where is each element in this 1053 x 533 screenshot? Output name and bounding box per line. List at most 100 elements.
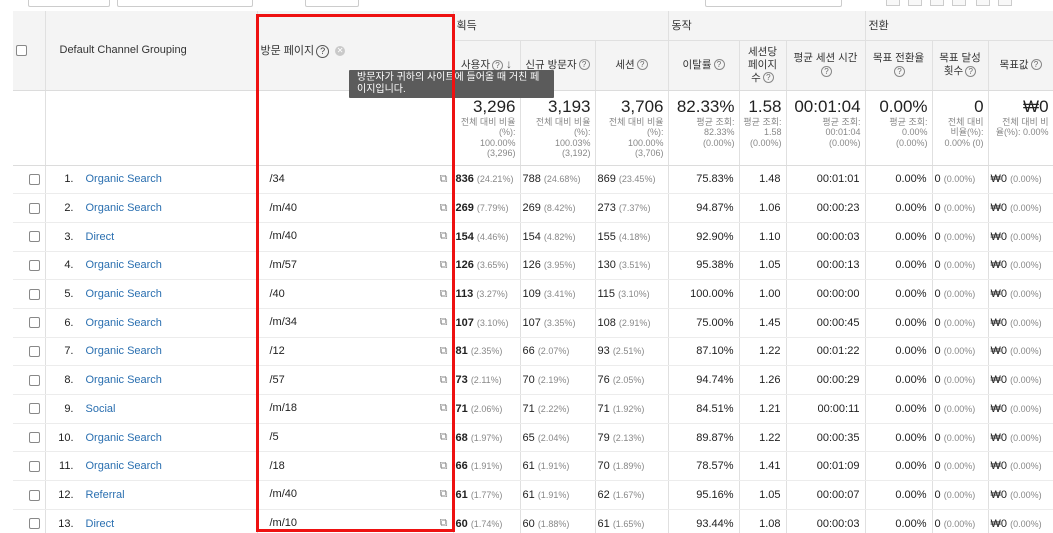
table-row[interactable]: 3. Direct/m/40 ⧉ 154 (4.46%) 154 (4.82%) 155 …	[13, 222, 1053, 252]
row-checkbox[interactable]	[28, 460, 40, 472]
help-icon[interactable]: ?	[965, 65, 977, 77]
row-checkbox[interactable]	[28, 231, 40, 243]
channel-link[interactable]: Organic Search	[86, 202, 162, 214]
view-icon[interactable]	[908, 0, 922, 6]
open-page-icon[interactable]: ⧉	[440, 202, 448, 215]
page-path[interactable]: /12	[260, 345, 285, 357]
open-page-icon[interactable]: ⧉	[440, 316, 448, 329]
row-checkbox[interactable]	[28, 288, 40, 300]
table-row[interactable]: 6. Organic Search/m/34 ⧉ 107 (3.10%) 107 (3.…	[13, 308, 1053, 338]
page-path[interactable]: /m/40	[260, 202, 298, 214]
table-row[interactable]: 10. Organic Search/5 ⧉ 68 (1.97%) 65 (2.04%)…	[13, 423, 1053, 453]
row-checkbox[interactable]	[28, 489, 40, 501]
open-page-icon[interactable]: ⧉	[440, 517, 448, 530]
row-checkbox[interactable]	[28, 518, 40, 530]
help-icon[interactable]: ?	[894, 65, 906, 77]
channel-link[interactable]: Organic Search	[86, 259, 162, 271]
channel-column-header[interactable]: Default Channel Grouping	[45, 11, 258, 91]
open-page-icon[interactable]: ⧉	[440, 431, 448, 444]
page-path[interactable]: /m/10	[260, 517, 298, 529]
table-row[interactable]: 8. Organic Search/57 ⧉ 73 (2.11%) 70 (2.19%)…	[13, 365, 1053, 395]
page-path[interactable]: /34	[260, 173, 285, 185]
row-checkbox[interactable]	[28, 173, 40, 185]
new-users-cell: 154 (4.82%)	[520, 222, 596, 252]
channel-link[interactable]: Referral	[86, 489, 125, 501]
select-all-checkbox[interactable]	[16, 44, 27, 56]
row-checkbox[interactable]	[28, 432, 40, 444]
view-icon[interactable]	[952, 0, 966, 6]
channel-link[interactable]: Direct	[86, 231, 115, 243]
page-path[interactable]: /18	[260, 460, 285, 472]
metric-header-conv_rate[interactable]: 목표 전환율?	[865, 40, 933, 91]
row-checkbox[interactable]	[28, 346, 40, 358]
open-page-icon[interactable]: ⧉	[440, 488, 448, 501]
page-path[interactable]: /m/57	[260, 259, 298, 271]
page-path[interactable]: /m/40	[260, 230, 298, 242]
open-page-icon[interactable]: ⧉	[440, 230, 448, 243]
help-icon[interactable]: ?	[821, 65, 833, 77]
metric-header-duration[interactable]: 평균 세션 시간?	[786, 40, 866, 91]
help-icon[interactable]: ?	[713, 59, 725, 71]
open-page-icon[interactable]: ⧉	[440, 460, 448, 473]
channel-link[interactable]: Organic Search	[86, 317, 162, 329]
table-row[interactable]: 9. Social/m/18 ⧉ 71 (2.06%) 71 (2.22%) 71 (1.…	[13, 394, 1053, 424]
help-icon[interactable]: ?	[578, 59, 590, 71]
sort-descending-icon[interactable]: ↓	[506, 57, 512, 71]
row-checkbox[interactable]	[28, 374, 40, 386]
view-icon[interactable]	[886, 0, 900, 6]
row-rank: 2.	[64, 202, 74, 215]
help-icon[interactable]: ?	[636, 59, 648, 71]
metric-header-pps[interactable]: 세션당 페이지 수?	[739, 40, 787, 91]
total-bounce-sub3: (0.00%)	[703, 137, 735, 148]
page-path[interactable]: /5	[260, 431, 279, 443]
open-page-icon[interactable]: ⧉	[440, 288, 448, 301]
help-icon[interactable]: ?	[1030, 59, 1042, 71]
view-icon[interactable]	[976, 0, 990, 6]
row-checkbox[interactable]	[28, 260, 40, 271]
page-path[interactable]: /m/18	[260, 402, 298, 414]
channel-cell: 7. Organic Search	[45, 337, 258, 367]
page-path[interactable]: /40	[260, 288, 285, 300]
table-row[interactable]: 12. Referral/m/40 ⧉ 61 (1.77%) 61 (1.91%) 62 …	[13, 480, 1053, 510]
channel-link[interactable]: Organic Search	[86, 345, 162, 357]
channel-link[interactable]: Organic Search	[86, 288, 162, 300]
page-path[interactable]: /m/40	[260, 488, 298, 500]
table-row[interactable]: 11. Organic Search/18 ⧉ 66 (1.91%) 61 (1.91%…	[13, 451, 1053, 482]
metric-header-completions[interactable]: 목표 달성 횟수?	[932, 40, 989, 91]
table-row[interactable]: 4. Organic Search/m/57 ⧉ 126 (3.65%) 126 (3.…	[13, 251, 1053, 281]
open-page-icon[interactable]: ⧉	[440, 345, 448, 358]
help-icon[interactable]: ?	[762, 72, 774, 84]
help-icon[interactable]: ?	[316, 44, 330, 58]
page-path[interactable]: /57	[260, 374, 285, 386]
table-row[interactable]: 2. Organic Search/m/40 ⧉ 269 (7.79%) 269 (8.…	[13, 193, 1053, 223]
open-page-icon[interactable]: ⧉	[440, 402, 448, 415]
view-icon[interactable]	[998, 0, 1012, 6]
open-page-icon[interactable]: ⧉	[440, 173, 448, 186]
page-path[interactable]: /m/34	[260, 316, 298, 328]
channel-link[interactable]: Organic Search	[86, 432, 162, 444]
metric-header-bounce[interactable]: 이탈률?	[668, 40, 740, 91]
channel-link[interactable]: Organic Search	[86, 460, 162, 472]
channel-link[interactable]: Organic Search	[86, 173, 162, 185]
table-row[interactable]: 13. Direct/m/10 ⧉ 60 (1.74%) 60 (1.88%) 61 (1…	[13, 509, 1053, 533]
button-control[interactable]	[305, 0, 359, 7]
dropdown-control[interactable]	[28, 0, 110, 7]
row-checkbox[interactable]	[28, 403, 40, 415]
open-page-icon[interactable]: ⧉	[440, 374, 448, 387]
open-page-icon[interactable]: ⧉	[440, 259, 448, 272]
search-input[interactable]	[705, 0, 842, 7]
channel-link[interactable]: Direct	[86, 518, 115, 530]
view-icon[interactable]	[930, 0, 944, 6]
channel-link[interactable]: Organic Search	[86, 374, 162, 386]
row-checkbox[interactable]	[28, 317, 40, 329]
metric-header-goal_value[interactable]: 목표값?	[988, 40, 1053, 91]
channel-link[interactable]: Social	[86, 403, 116, 415]
remove-dimension-icon[interactable]: ✕	[335, 46, 346, 57]
metric-header-sessions[interactable]: 세션?	[595, 40, 669, 91]
table-row[interactable]: 5. Organic Search/40 ⧉ 113 (3.27%) 109 (3.41…	[13, 279, 1053, 309]
dropdown-control[interactable]	[117, 0, 253, 7]
table-row[interactable]: 7. Organic Search/12 ⧉ 81 (2.35%) 66 (2.07%)…	[13, 337, 1053, 367]
table-row[interactable]: 1. Organic Search/34 ⧉ 836 (24.21%) 788 (24.…	[13, 165, 1053, 195]
total-completions-value: 0	[974, 96, 984, 116]
row-checkbox[interactable]	[28, 202, 40, 214]
